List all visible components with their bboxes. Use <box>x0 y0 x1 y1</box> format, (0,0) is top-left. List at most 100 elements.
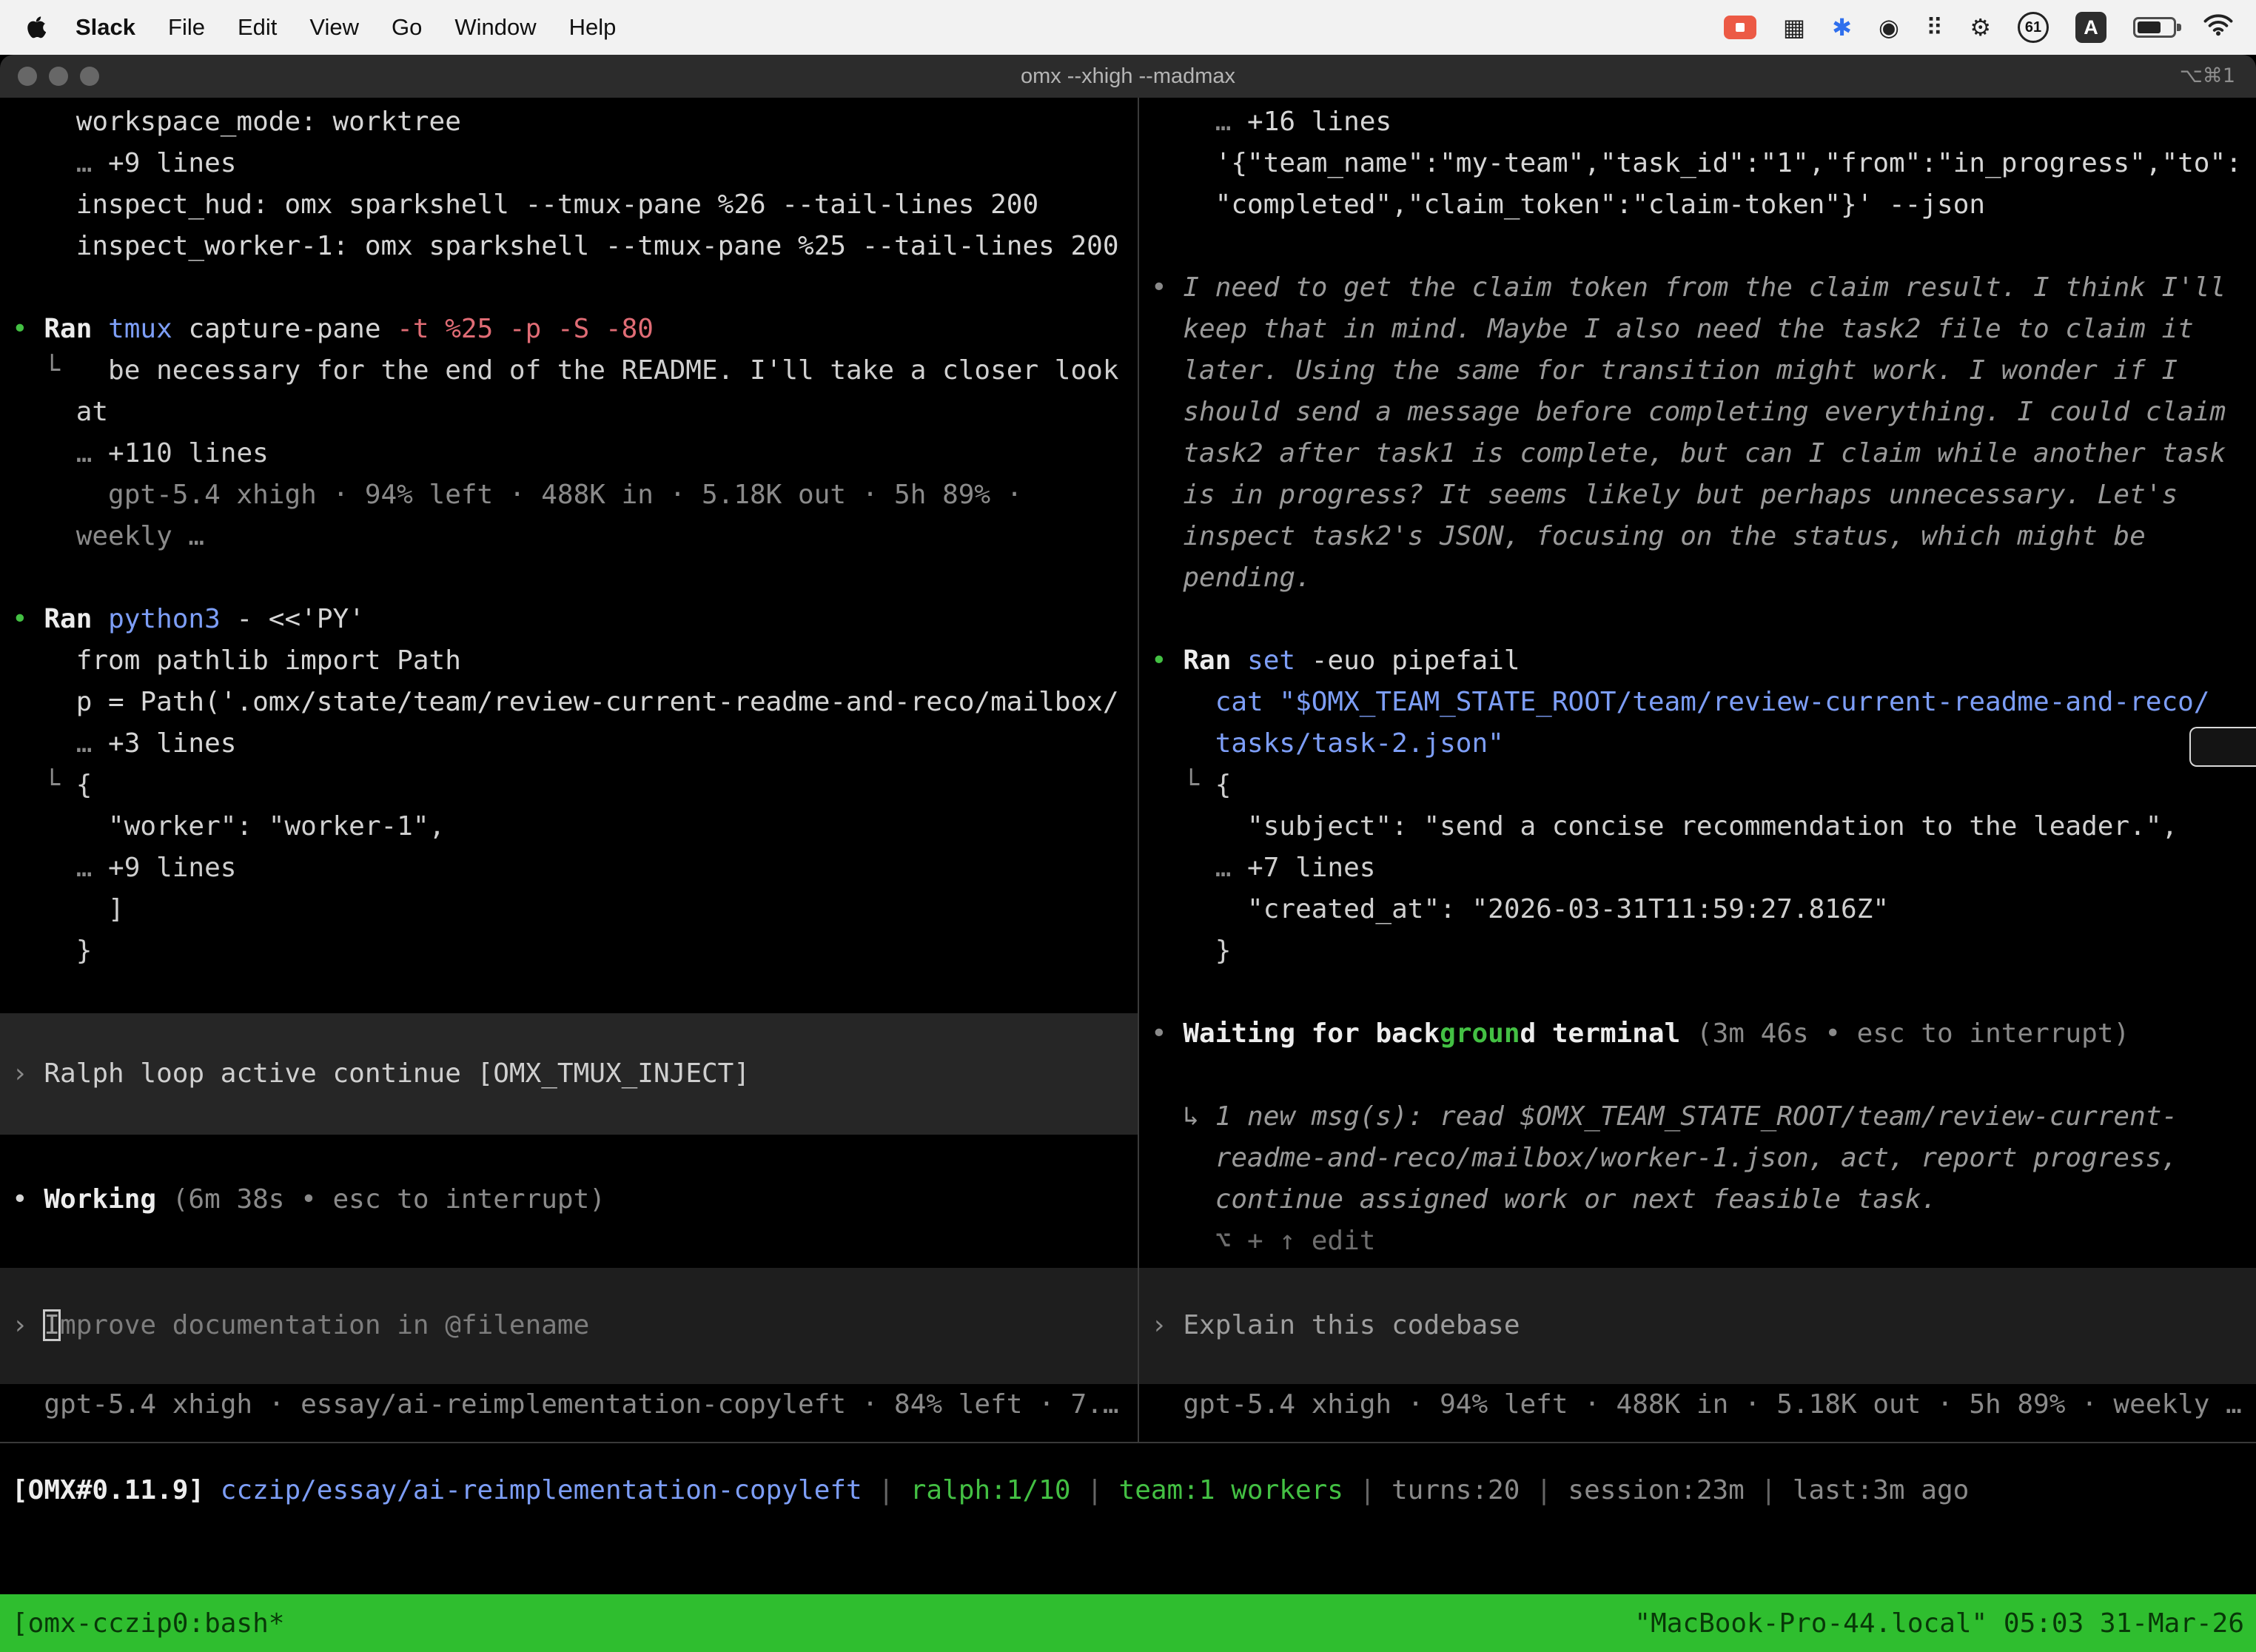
text-segment: workspace_mode: worktree <box>12 107 461 137</box>
text-segment: later. Using the same for transition mig… <box>1151 355 2178 386</box>
text-segment: -t %25 -p -S -80 <box>397 314 654 344</box>
text-segment: groun <box>1440 1018 1520 1049</box>
terminal-line <box>1139 972 2256 1013</box>
text-segment: › <box>12 1058 44 1089</box>
terminal-content: workspace_mode: worktree … +9 lines insp… <box>0 98 2256 1652</box>
window-shortcut-hint: ⌥⌘1 <box>2180 55 2235 98</box>
right-agent-pane[interactable]: … +16 lines '{"team_name":"my-team","tas… <box>1139 98 2256 1442</box>
text-segment: › <box>12 1310 44 1340</box>
screenshot-notification[interactable]: Scre <box>2189 727 2256 767</box>
menu-go[interactable]: Go <box>375 14 438 40</box>
text-segment: cat "$OMX_TEAM_STATE_ROOT/team/review-cu… <box>1151 687 2209 717</box>
window-title-bar[interactable]: omx --xhigh --madmax ⌥⌘1 <box>0 55 2256 98</box>
text-segment: Ran <box>1183 645 1247 676</box>
text-segment: ralph:1/10 <box>910 1475 1071 1505</box>
wifi-icon[interactable] <box>2203 13 2234 42</box>
blue-asterisk-icon[interactable]: ✱ <box>1832 13 1852 41</box>
window-minimize-button[interactable] <box>49 67 68 86</box>
terminal-line: • Ran set -euo pipefail <box>1139 640 2256 682</box>
terminal-line <box>1139 599 2256 640</box>
text-segment: … <box>12 853 108 883</box>
text-segment: -euo pipefail <box>1312 645 1520 676</box>
text-segment: '{"team_name":"my-team","task_id":"1","f… <box>1151 148 2242 178</box>
text-segment: +7 lines <box>1247 853 1375 883</box>
terminal-line: … +9 lines <box>0 847 1138 889</box>
text-segment: should send a message before completing … <box>1151 397 2226 427</box>
terminal-line: … +7 lines <box>1139 847 2256 889</box>
menu-file[interactable]: File <box>152 14 221 40</box>
terminal-line: • Ran tmux capture-pane -t %25 -p -S -80 <box>0 309 1138 350</box>
terminal-line <box>1139 1055 2256 1096</box>
terminal-line: should send a message before completing … <box>1139 392 2256 433</box>
terminal-line: gpt-5.4 xhigh · essay/ai-reimplementatio… <box>0 1384 1138 1426</box>
text-segment: Waiting for back <box>1183 1018 1440 1049</box>
window-zoom-button[interactable] <box>80 67 99 86</box>
text-segment: set <box>1247 645 1312 676</box>
menu-slack[interactable]: Slack <box>59 14 152 40</box>
text-segment: └ <box>12 770 76 800</box>
text-segment: "subject": "send a concise recommendatio… <box>1151 811 2178 842</box>
text-segment: at <box>12 397 108 427</box>
text-segment: weekly … <box>12 521 204 551</box>
keyboard-grid-icon[interactable]: ▦ <box>1783 13 1805 41</box>
terminal-line: └ be necessary for the end of the README… <box>0 350 1138 392</box>
stop-screen-recording-icon[interactable] <box>1724 16 1756 39</box>
terminal-line: "worker": "worker-1", <box>0 806 1138 847</box>
badge-61-icon[interactable]: 61 <box>2018 12 2049 43</box>
gear-icon[interactable]: ⚙ <box>1970 13 1991 41</box>
text-segment: gpt-5.4 xhigh · 94% left · 488K in · 5.1… <box>1151 1389 2242 1420</box>
text-segment: Working <box>44 1184 172 1215</box>
text-segment: └ <box>12 355 108 386</box>
text-segment: { <box>76 770 93 800</box>
terminal-line: p = Path('.omx/state/team/review-current… <box>0 682 1138 723</box>
menu-bar: SlackFileEditViewGoWindowHelp ▦ ✱ ◉ ⠿ ⚙ … <box>0 0 2256 55</box>
prompt-input-line[interactable]: › Improve documentation in @filename <box>0 1268 1138 1384</box>
text-segment: turns:20 <box>1391 1475 1520 1505</box>
text-segment: continue assigned work or next feasible … <box>1151 1184 1937 1215</box>
text-segment: • <box>1151 272 1183 303</box>
terminal-line: ↳ 1 new msg(s): read $OMX_TEAM_STATE_ROO… <box>1139 1096 2256 1138</box>
text-segment: … <box>1151 853 1247 883</box>
menu-bar-status-icons: ▦ ✱ ◉ ⠿ ⚙ 61 A <box>1724 12 2256 43</box>
text-segment: mprove documentation in @filename <box>60 1310 589 1340</box>
battery-icon[interactable] <box>2133 17 2176 38</box>
terminal-line: } <box>0 930 1138 972</box>
dots-grid-icon[interactable]: ⠿ <box>1926 13 1943 41</box>
menu-help[interactable]: Help <box>553 14 633 40</box>
text-segment: • <box>1151 645 1183 676</box>
menu-edit[interactable]: Edit <box>221 14 293 40</box>
text-segment: keep that in mind. Maybe I also need the… <box>1151 314 2194 344</box>
text-segment: +9 lines <box>108 853 236 883</box>
menu-view[interactable]: View <box>293 14 375 40</box>
text-segment: Ralph loop active continue [OMX_TMUX_INJ… <box>44 1058 750 1089</box>
terminal-line: … +9 lines <box>0 143 1138 184</box>
tmux-host-clock: "MacBook-Pro-44.local" 05:03 31-Mar-26 <box>1634 1608 2244 1639</box>
text-segment: • <box>12 314 44 344</box>
text-segment: } <box>1151 936 1231 966</box>
text-segment: p = Path('.omx/state/team/review-current… <box>12 687 1119 717</box>
text-segment: ⌥ + ↑ edit <box>1151 1226 1375 1256</box>
prompt-input-line[interactable]: › Ralph loop active continue [OMX_TMUX_I… <box>0 1013 1138 1135</box>
terminal-line <box>1139 226 2256 267</box>
terminal-line <box>0 557 1138 599</box>
text-segment: } <box>12 936 92 966</box>
terminal-line: pending. <box>1139 557 2256 599</box>
terminal-window: omx --xhigh --madmax ⌥⌘1 workspace_mode:… <box>0 55 2256 1652</box>
text-segment: "completed","claim_token":"claim-token"}… <box>1151 189 1985 220</box>
terminal-line: "created_at": "2026-03-31T11:59:27.816Z" <box>1139 889 2256 930</box>
text-segment: +9 lines <box>108 148 236 178</box>
left-agent-pane[interactable]: workspace_mode: worktree … +9 lines insp… <box>0 98 1138 1442</box>
text-segment: • <box>12 604 44 634</box>
window-close-button[interactable] <box>18 67 37 86</box>
text-segment: | <box>1520 1475 1568 1505</box>
input-source-icon[interactable]: A <box>2075 12 2106 43</box>
terminal-line: continue assigned work or next feasible … <box>1139 1179 2256 1220</box>
prompt-input-line[interactable]: › Explain this codebase <box>1139 1268 2256 1384</box>
terminal-line: } <box>1139 930 2256 972</box>
text-segment: +16 lines <box>1247 107 1391 137</box>
terminal-line <box>0 267 1138 309</box>
apple-menu-icon[interactable] <box>25 14 47 41</box>
menu-window[interactable]: Window <box>438 14 552 40</box>
terminal-line: "completed","claim_token":"claim-token"}… <box>1139 184 2256 226</box>
dark-circle-icon[interactable]: ◉ <box>1879 13 1899 41</box>
